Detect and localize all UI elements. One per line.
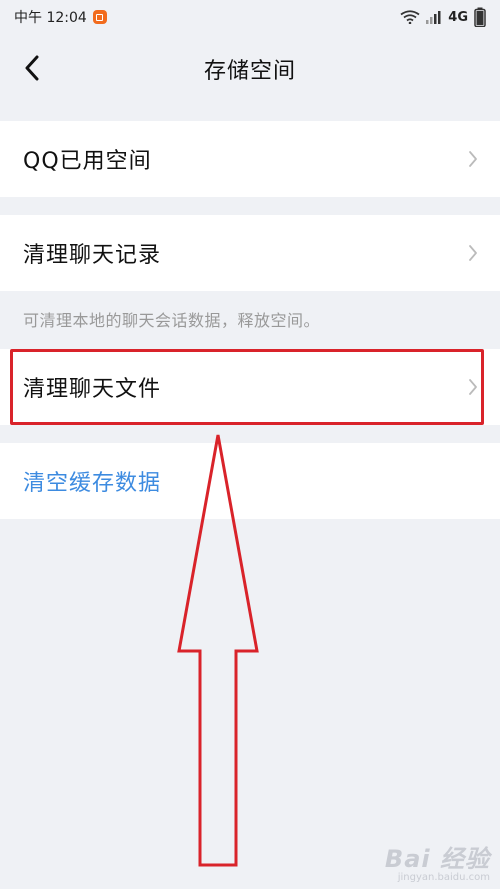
chevron-right-icon [469, 151, 477, 167]
cell-label: 清理聊天记录 [23, 243, 162, 268]
cell-clear-chat-history[interactable]: 清理聊天记录 [0, 215, 500, 291]
status-time: 中午 12:04 [14, 10, 87, 26]
watermark-logo-text: Bai 经验 [384, 845, 490, 873]
page-title: 存储空间 [203, 59, 296, 84]
signal-icon [426, 10, 441, 24]
watermark-url: jingyan.baidu.com [397, 872, 490, 883]
wifi-icon [400, 10, 420, 24]
status-right: 4G [400, 7, 486, 27]
app-notification-icon [92, 10, 107, 24]
cell-clear-cache[interactable]: 清空缓存数据 [0, 443, 500, 519]
clear-chat-history-hint: 可清理本地的聊天会话数据，释放空间。 [23, 311, 321, 330]
status-bar: 中午 12:04 4G [0, 0, 500, 34]
cell-label: QQ已用空间 [23, 149, 152, 174]
chevron-right-icon [469, 379, 477, 395]
clear-cache-link: 清空缓存数据 [23, 471, 162, 496]
navigation-bar: 存储空间 [0, 34, 500, 104]
chevron-left-icon [25, 55, 39, 81]
cell-clear-chat-files[interactable]: 清理聊天文件 [0, 349, 500, 425]
status-left: 中午 12:04 [14, 7, 107, 27]
cell-label: 清理聊天文件 [23, 377, 162, 402]
cell-qq-used-space[interactable]: QQ已用空间 [0, 121, 500, 197]
chevron-right-icon [469, 245, 477, 261]
watermark-logo: Bai 经验 jingyan.baidu.com [385, 839, 490, 883]
back-button[interactable] [14, 50, 50, 86]
battery-icon [474, 7, 486, 27]
network-type: 4G [448, 9, 468, 25]
